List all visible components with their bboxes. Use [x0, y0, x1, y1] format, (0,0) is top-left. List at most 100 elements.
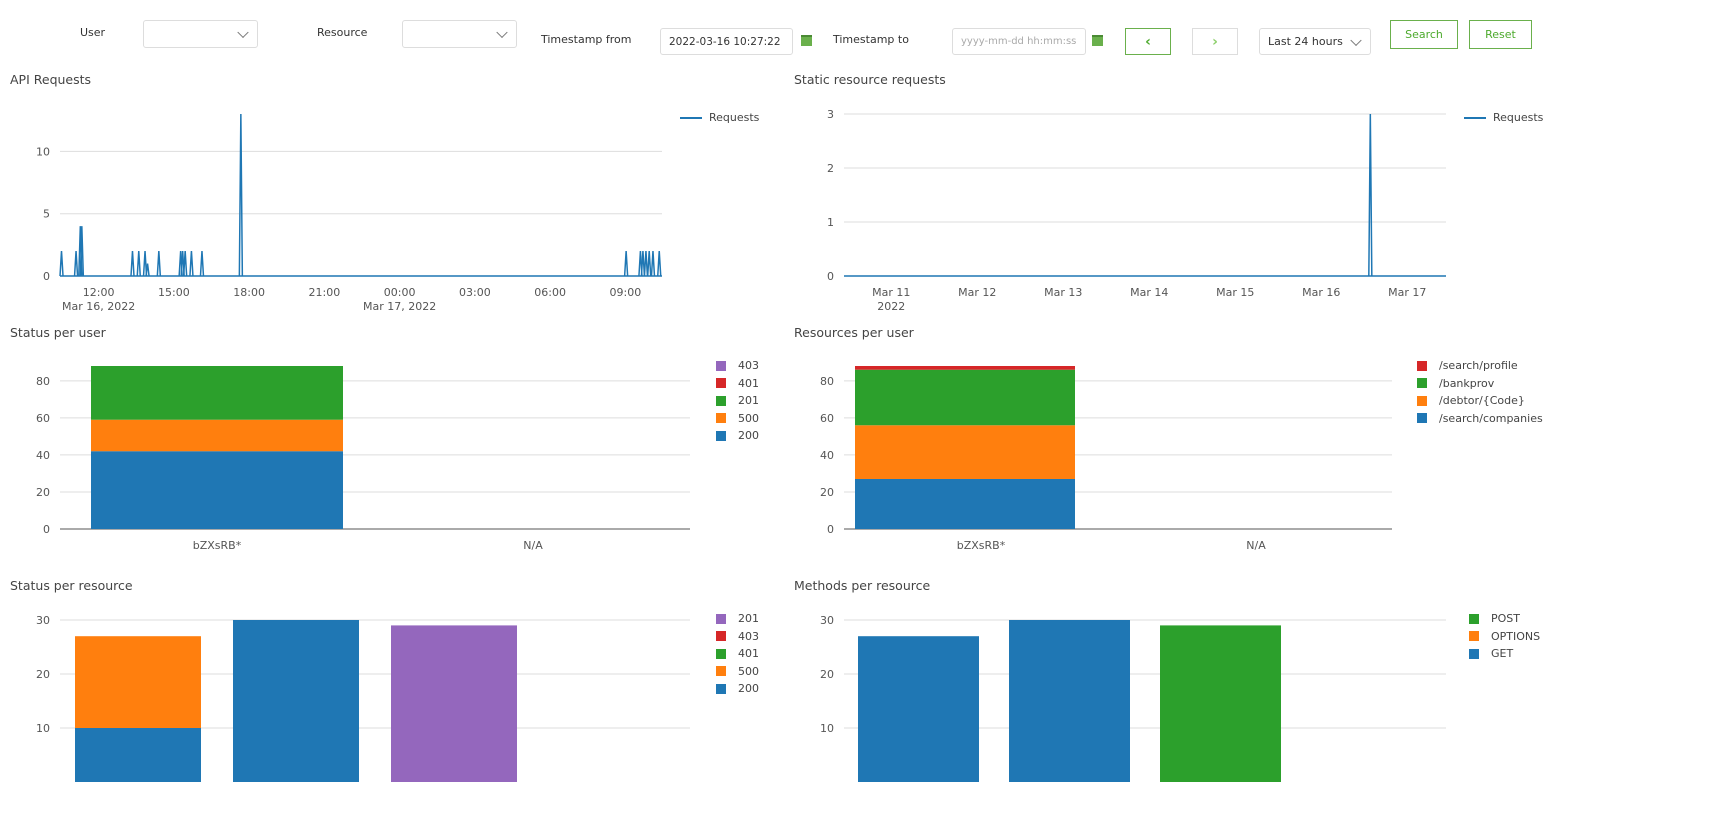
- legend-line-swatch: [1464, 116, 1486, 119]
- y-tick-label: 1: [827, 216, 834, 229]
- legend-label: 201: [738, 394, 759, 407]
- data-point-spike: [130, 251, 135, 277]
- user-select[interactable]: [143, 20, 258, 48]
- x-tick-label: bZXsRB*: [193, 539, 242, 552]
- data-point-spike: [238, 113, 244, 277]
- chevron-right-icon: ›: [1212, 33, 1218, 50]
- legend-item[interactable]: 201: [716, 612, 759, 625]
- legend-label: 403: [738, 359, 759, 372]
- timestamp-from-input[interactable]: 2022-03-16 10:27:22: [660, 28, 793, 55]
- legend-label: GET: [1491, 647, 1514, 660]
- legend-swatch: [1417, 378, 1427, 388]
- legend-swatch: [1417, 413, 1427, 423]
- legend-item[interactable]: 500: [716, 665, 759, 678]
- legend-label: 403: [738, 629, 759, 643]
- legend-item[interactable]: 200: [716, 682, 759, 695]
- legend-label: /bankprov: [1439, 376, 1495, 390]
- x-tick-label: 09:00: [610, 286, 642, 299]
- legend-swatch: [716, 360, 726, 371]
- x-tick-label: Mar 17: [1388, 286, 1426, 299]
- bar-segment: [855, 366, 1075, 370]
- bar-segment: [91, 451, 343, 529]
- bar-segment: [1009, 620, 1130, 782]
- legend-item[interactable]: /search/companies: [1417, 412, 1543, 425]
- data-point-spike: [623, 251, 629, 277]
- legend-swatch: [716, 613, 726, 624]
- y-tick-label: 40: [820, 449, 834, 462]
- x-tick-label: N/A: [1246, 539, 1266, 552]
- y-tick-label: 5: [43, 208, 50, 221]
- legend-item[interactable]: OPTIONS: [1469, 630, 1540, 643]
- x-tick-label: bZXsRB*: [957, 539, 1006, 552]
- legend-item[interactable]: 403: [716, 630, 759, 643]
- legend-item[interactable]: 401: [716, 647, 759, 660]
- legend-item[interactable]: 403: [716, 359, 759, 372]
- legend-item[interactable]: POST: [1469, 612, 1520, 625]
- x-tick-sublabel: Mar 16, 2022: [62, 300, 135, 313]
- time-range-select[interactable]: Last 24 hours: [1259, 28, 1371, 55]
- y-tick-label: 80: [36, 375, 50, 388]
- legend-item[interactable]: /search/profile: [1417, 359, 1518, 372]
- y-tick-label: 10: [36, 722, 50, 735]
- y-tick-label: 2: [827, 162, 834, 175]
- legend-line-swatch: [680, 116, 702, 119]
- reset-button[interactable]: Reset: [1469, 20, 1532, 49]
- legend-swatch: [716, 666, 726, 676]
- data-point-spike: [59, 251, 64, 277]
- legend-item[interactable]: 201: [716, 394, 759, 407]
- legend-item[interactable]: Requests: [1464, 111, 1543, 124]
- x-tick-sublabel: Mar 17, 2022: [363, 300, 436, 313]
- y-tick-label: 0: [43, 270, 50, 283]
- legend-label: /search/companies: [1439, 411, 1543, 425]
- data-point-spike: [646, 251, 652, 277]
- y-tick-label: 40: [36, 449, 50, 462]
- chart-title-static-requests: Static resource requests: [794, 72, 946, 87]
- bar-segment: [855, 369, 1075, 426]
- x-tick-label: 18:00: [233, 286, 265, 299]
- y-tick-label: 30: [820, 614, 834, 627]
- x-tick-label: 03:00: [459, 286, 491, 299]
- legend-label: OPTIONS: [1491, 629, 1541, 643]
- legend-label: 401: [738, 647, 759, 660]
- legend-item[interactable]: 500: [716, 412, 759, 425]
- legend-label: /search/profile: [1439, 359, 1518, 372]
- chevron-left-icon: ‹: [1145, 33, 1151, 50]
- next-period-button[interactable]: ›: [1192, 28, 1238, 55]
- y-tick-label: 80: [820, 375, 834, 388]
- legend-item[interactable]: /debtor/{Code}: [1417, 394, 1525, 407]
- legend-swatch: [1417, 360, 1427, 371]
- legend-item[interactable]: Requests: [680, 111, 759, 124]
- y-tick-label: 60: [820, 412, 834, 425]
- search-button[interactable]: Search: [1390, 20, 1458, 49]
- calendar-icon[interactable]: [801, 35, 812, 46]
- bar-segment: [391, 625, 517, 782]
- methods-per-resource-chart: 10 20 30: [820, 614, 1446, 782]
- resource-select[interactable]: [402, 20, 517, 48]
- bar-segment: [91, 419, 343, 452]
- legend-swatch: [716, 413, 726, 423]
- x-tick-label: 15:00: [158, 286, 190, 299]
- data-point-spike: [650, 251, 656, 277]
- legend-label: 401: [738, 376, 759, 390]
- legend-label: POST: [1491, 612, 1520, 625]
- legend-label: Requests: [709, 111, 760, 124]
- time-range-value: Last 24 hours: [1268, 35, 1343, 48]
- legend-label: 201: [738, 612, 759, 625]
- x-tick-label: Mar 14: [1130, 286, 1168, 299]
- x-tick-label: Mar 12: [958, 286, 996, 299]
- legend-item[interactable]: GET: [1469, 647, 1513, 660]
- timestamp-from-label: Timestamp from: [541, 33, 632, 46]
- previous-period-button[interactable]: ‹: [1125, 28, 1171, 55]
- data-point-spike: [156, 251, 162, 277]
- x-tick-sublabel: 2022: [877, 300, 905, 313]
- timestamp-to-input[interactable]: yyyy-mm-dd hh:mm:ss: [952, 28, 1086, 55]
- legend-swatch: [716, 430, 726, 441]
- data-point-spike: [656, 251, 662, 277]
- legend-item[interactable]: /bankprov: [1417, 377, 1494, 390]
- legend-item[interactable]: 200: [716, 429, 759, 442]
- legend-item[interactable]: 401: [716, 377, 759, 390]
- bar-segment: [91, 366, 343, 420]
- static-requests-chart: 0 1 2 3 Mar 112022 Mar 12 Mar 13 Mar 14 Mar 15 Ma…: [827, 108, 1446, 313]
- calendar-icon[interactable]: [1092, 35, 1103, 46]
- y-tick-label: 20: [820, 486, 834, 499]
